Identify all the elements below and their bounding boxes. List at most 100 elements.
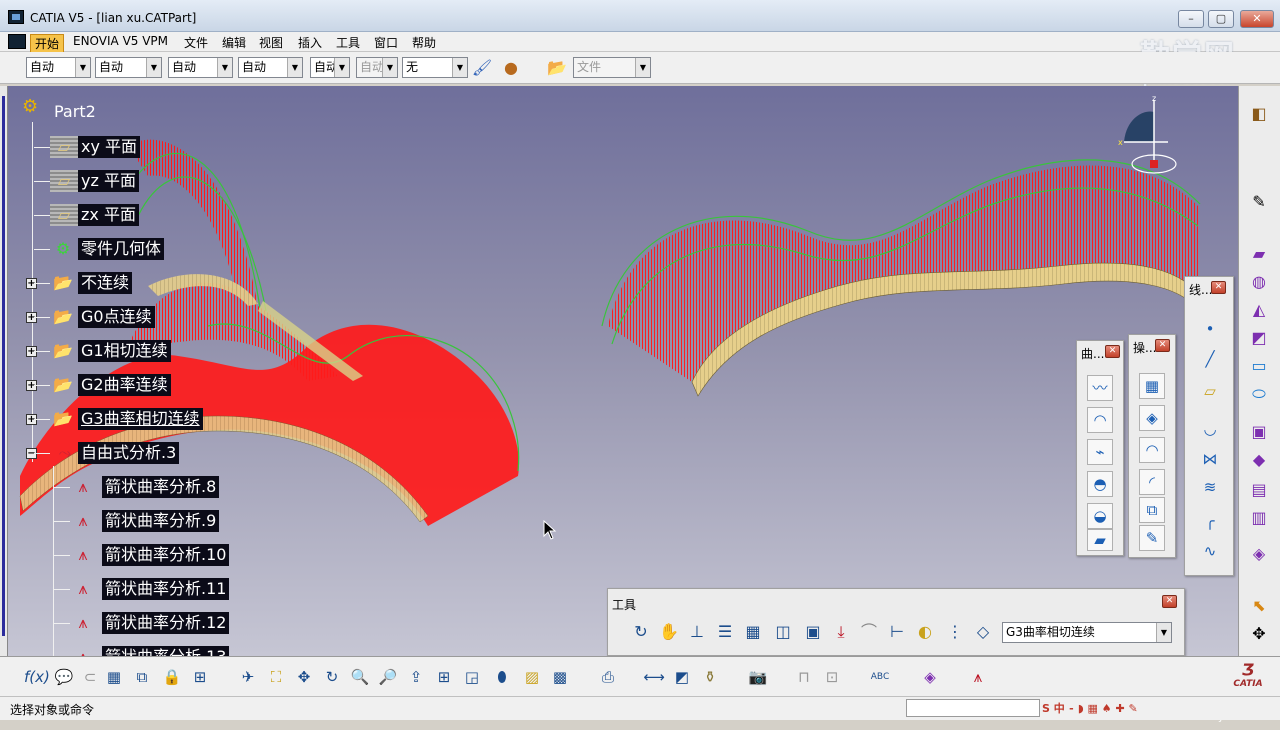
distance-icon[interactable]: ⟷ — [642, 665, 666, 689]
tree-node[interactable]: G0点连续 — [78, 306, 155, 328]
minimize-button[interactable]: – — [1178, 10, 1204, 28]
line-type-combo[interactable]: 自动 ▼ — [238, 57, 303, 78]
join-icon[interactable]: ▣ — [1247, 420, 1271, 444]
material-bottle-icon[interactable]: ⚱ — [698, 665, 722, 689]
projection-icon[interactable]: ◡ — [1197, 417, 1223, 443]
hide-show-icon[interactable]: ▨ — [520, 665, 544, 689]
point-icon[interactable]: • — [1197, 317, 1223, 343]
table-icon[interactable]: ▦ — [102, 665, 126, 689]
layer-combo[interactable]: 无 ▼ — [402, 57, 468, 78]
menu-tools[interactable]: 工具 — [332, 34, 364, 51]
tree-expand-icon[interactable]: ⊢ — [886, 621, 908, 643]
blend-curve-icon[interactable]: ◒ — [1087, 503, 1113, 529]
geometric-set-icon[interactable]: 📂 — [50, 306, 76, 328]
parallel-curve-icon[interactable]: ≋ — [1197, 475, 1223, 501]
close-icon[interactable]: ✕ — [1211, 281, 1226, 294]
update-icon[interactable]: ↻ — [630, 621, 652, 643]
transparency-combo[interactable]: 自动 ▼ — [95, 57, 162, 78]
close-icon[interactable]: ✕ — [1105, 345, 1120, 358]
spell-check-icon[interactable]: ABC — [868, 665, 892, 689]
offset-icon[interactable]: ▭ — [1247, 354, 1271, 378]
fly-mode-icon[interactable]: ✈ — [236, 665, 260, 689]
wireframe-panel[interactable]: 线... ✕ • ╱ ▱ ◡ ⋈ ≋ ╭ ∿ — [1184, 276, 1234, 576]
3d-grid-icon[interactable]: ◫ — [772, 621, 794, 643]
workbench-icon[interactable]: ◧ — [1247, 102, 1271, 126]
multi-section-icon[interactable]: ⬭ — [1247, 382, 1271, 406]
extrude-icon[interactable]: ▰ — [1247, 242, 1271, 266]
geometric-set-icon[interactable]: 📂 — [50, 374, 76, 396]
material-icon[interactable]: ● — [500, 57, 522, 79]
3d-compass-icon[interactable]: ◈ — [918, 665, 942, 689]
tree-node[interactable]: yz 平面 — [78, 170, 139, 192]
plane-icon[interactable]: ▱ — [1197, 379, 1223, 405]
menu-edit[interactable]: 编辑 — [218, 34, 250, 51]
boundary-icon[interactable]: ▤ — [1247, 478, 1271, 502]
extract-icon[interactable]: ▥ — [1247, 506, 1271, 530]
tree-node[interactable]: 箭状曲率分析.12 — [102, 612, 230, 634]
revolve-icon[interactable]: ◍ — [1247, 270, 1271, 294]
concatenate-icon[interactable]: ◠ — [1139, 437, 1165, 463]
dynamic-section-icon[interactable]: ◐ — [914, 621, 936, 643]
select-icon[interactable]: ⬉ — [1247, 594, 1271, 618]
fit-all-icon[interactable]: ⛶ — [264, 665, 288, 689]
3d-curve-icon[interactable]: 〰 — [1087, 375, 1113, 401]
tree-node[interactable]: G3曲率相切连续 — [78, 408, 203, 430]
menu-insert[interactable]: 插入 — [294, 34, 326, 51]
ime-toolbar[interactable]: S 中 ⁃ ◗ ▦ ♠ ✚ ✎ — [1042, 700, 1138, 717]
plane-icon[interactable]: ▱ — [50, 204, 78, 226]
tools-panel[interactable]: 工具 ✕ ↻ ✋ ⊥ ☰ ▦ ◫ ▣ ⤓ ⌒ ⊢ ◐ ⋮ ◇ G3曲率相切连续 ▼ — [607, 588, 1185, 656]
datum-icon[interactable]: ⤓ — [830, 621, 852, 643]
keep-original-icon[interactable]: ⌒ — [858, 621, 880, 643]
close-icon[interactable]: ✕ — [1155, 339, 1170, 352]
command-input[interactable] — [906, 699, 1040, 717]
curve-on-surface-icon[interactable]: ◠ — [1087, 407, 1113, 433]
menu-file[interactable]: 文件 — [180, 34, 212, 51]
open-folder-icon[interactable]: 📂 — [546, 57, 568, 79]
tree-node[interactable]: 箭状曲率分析.9 — [102, 510, 220, 532]
convert-wizard-icon[interactable]: ✎ — [1139, 525, 1165, 551]
tree-node[interactable]: G2曲率连续 — [78, 374, 171, 396]
pan-view-icon[interactable]: ✥ — [292, 665, 316, 689]
tree-node[interactable]: 箭状曲率分析.11 — [102, 578, 230, 600]
disassemble-icon[interactable]: ⧉ — [1139, 497, 1165, 523]
restore-button[interactable]: ▢ — [1208, 10, 1234, 28]
isoparametric-curve-icon[interactable]: ⌁ — [1087, 439, 1113, 465]
point-symbol-combo[interactable]: 自动 ▼ — [310, 57, 350, 78]
porcupine-analysis-icon[interactable]: ⩚ — [70, 544, 96, 566]
menu-view[interactable]: 视图 — [255, 34, 287, 51]
define-in-work-object-icon[interactable]: ◇ — [972, 621, 994, 643]
menu-enovia[interactable]: ENOVIA V5 VPM — [69, 34, 172, 48]
menu-help[interactable]: 帮助 — [408, 34, 440, 51]
curve-creation-panel[interactable]: 曲... ✕ 〰 ◠ ⌁ ◓ ◒ ▰ — [1076, 340, 1124, 556]
tree-node[interactable]: 自由式分析.3 — [78, 442, 180, 464]
hand-icon[interactable]: ✋ — [658, 621, 680, 643]
zoom-out-icon[interactable]: 🔎 — [376, 665, 400, 689]
translate-icon[interactable]: ◈ — [1247, 542, 1271, 566]
hierarchy-icon[interactable]: ☰ — [714, 621, 736, 643]
catia-app-icon[interactable] — [8, 10, 24, 24]
plane-icon[interactable]: ▱ — [50, 136, 78, 158]
3d-viewport[interactable]: z x ⚙ Part2 ▱ xy 平面 ▱ yz 平面 ▱ zx 平面 ⚙ 零件几何体 + 📂 不连… — [8, 86, 1238, 723]
comment-icon[interactable]: 💬 — [52, 665, 76, 689]
tree-node[interactable]: 箭状曲率分析.10 — [102, 544, 230, 566]
link-icon[interactable]: ⊂ — [78, 665, 102, 689]
fill-color-combo[interactable]: 自动 ▼ — [26, 57, 91, 78]
line-icon[interactable]: ╱ — [1197, 347, 1223, 373]
axis-system-icon[interactable]: ⊥ — [686, 621, 708, 643]
scale-icon[interactable]: ⋮ — [944, 621, 966, 643]
porcupine-analysis-icon[interactable]: ⩚ — [70, 578, 96, 600]
spline-icon[interactable]: ∿ — [1197, 539, 1223, 565]
sketcher-icon[interactable]: ✎ — [1247, 190, 1271, 214]
tree-node[interactable]: G1相切连续 — [78, 340, 171, 362]
compass-widget[interactable]: z x — [1108, 94, 1188, 179]
fragmentation-icon[interactable]: ◜ — [1139, 469, 1165, 495]
tree-node[interactable]: 不连续 — [78, 272, 133, 294]
porcupine-analysis-icon[interactable]: ⩚ — [70, 476, 96, 498]
work-object-combo[interactable]: G3曲率相切连续 ▼ — [1002, 622, 1172, 643]
inertia-icon[interactable]: ◩ — [670, 665, 694, 689]
split-icon[interactable]: ◆ — [1247, 448, 1271, 472]
intersection-icon[interactable]: ⋈ — [1197, 447, 1223, 473]
freestyle-analysis-icon[interactable]: ⤳ — [52, 442, 78, 464]
styling-corner-icon[interactable]: ▰ — [1087, 529, 1113, 551]
iso-view-icon[interactable]: ◲ — [460, 665, 484, 689]
